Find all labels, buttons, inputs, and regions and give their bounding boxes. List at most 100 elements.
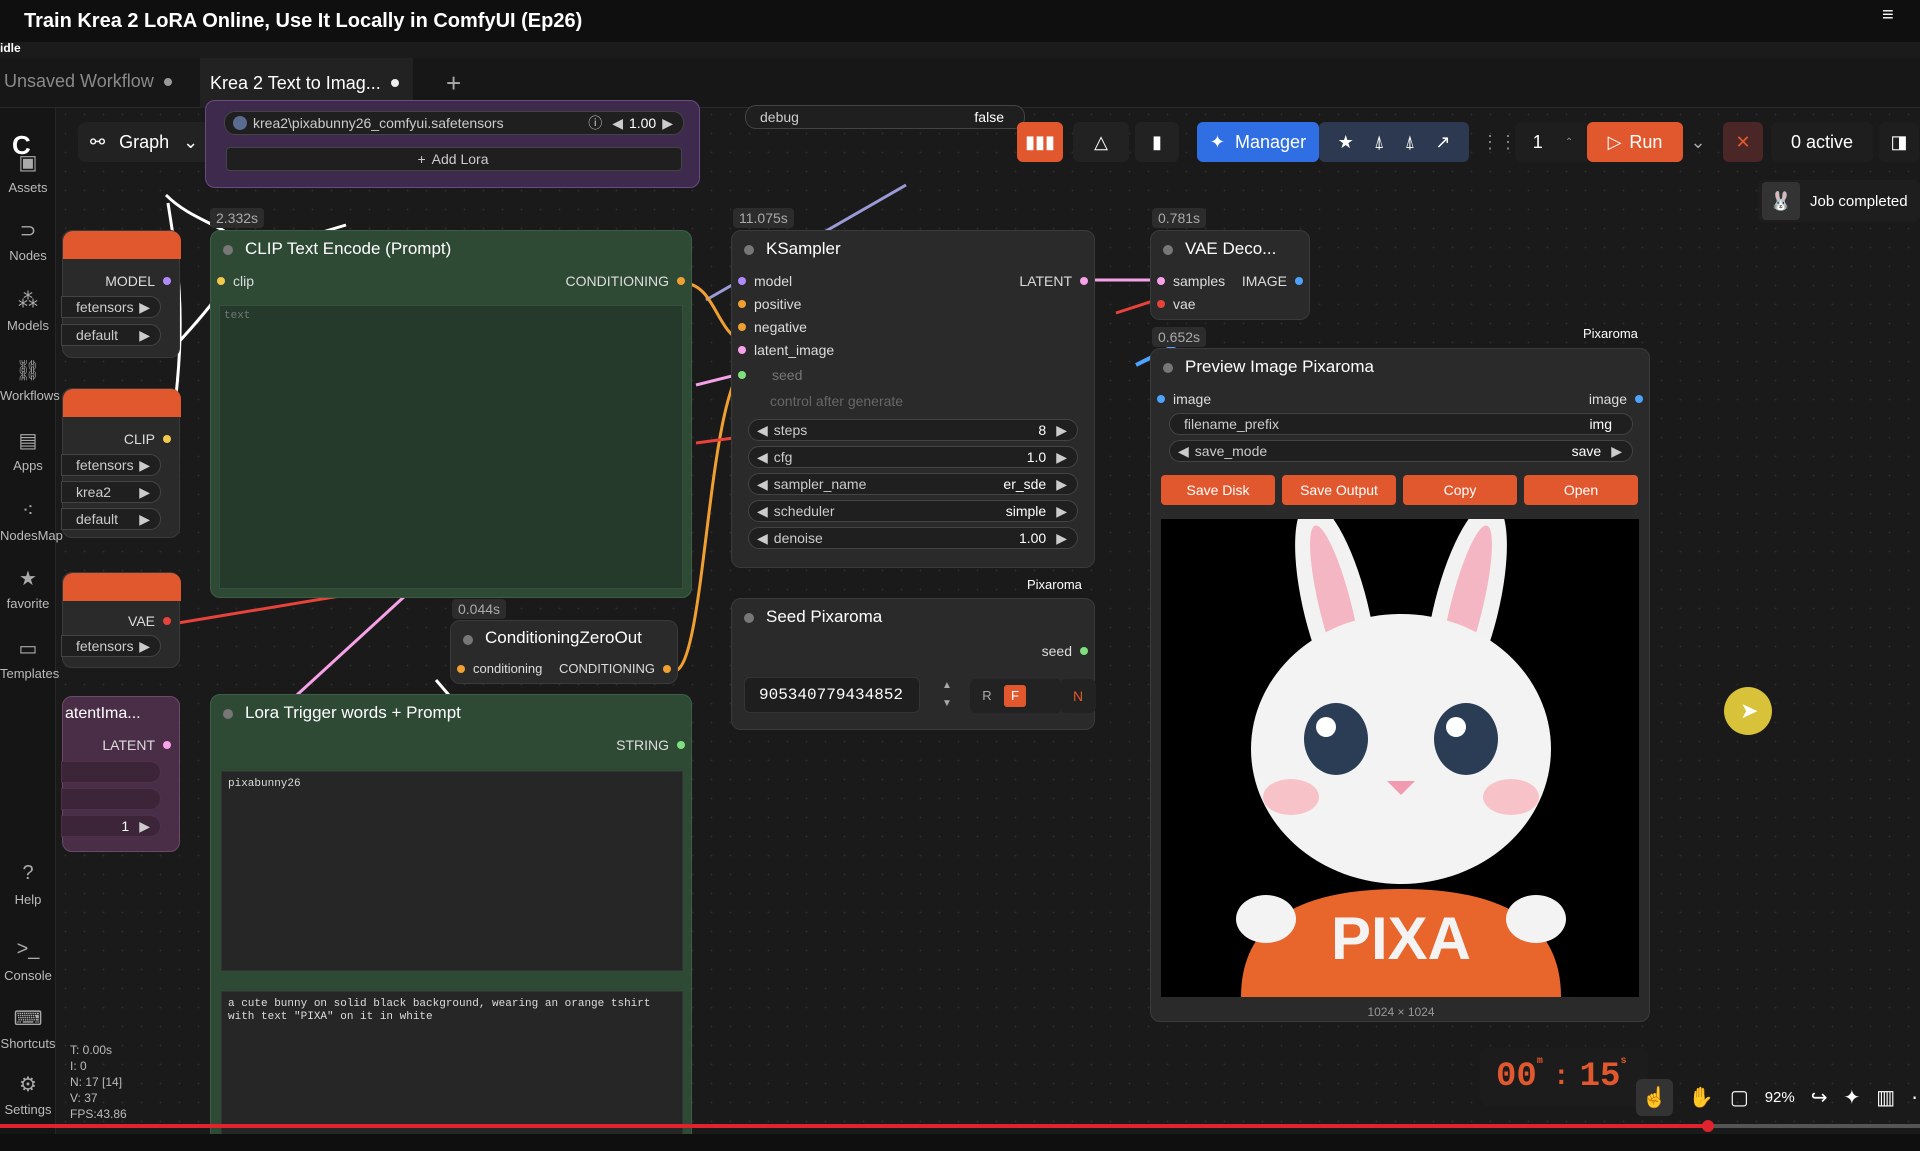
arrow-left-icon[interactable]: ◀	[1178, 443, 1189, 460]
wireframe-alt-icon[interactable]: ⍋	[1405, 132, 1416, 153]
output-latent[interactable]: LATENT	[102, 737, 171, 753]
vae-file-widget[interactable]: fetensors ▶	[61, 635, 161, 657]
lora-trigger-prompt-node[interactable]: Lora Trigger words + Prompt STRING pixab…	[210, 694, 692, 1151]
input-seed[interactable]: seed	[738, 367, 802, 383]
sidebar-item-help[interactable]: ? Help	[0, 862, 56, 907]
info-icon[interactable]: ⓘ	[588, 113, 602, 133]
sidebar-item-favorite[interactable]: ★ favorite	[0, 566, 56, 611]
copy-button[interactable]: Copy	[1403, 475, 1517, 505]
input-negative[interactable]: negative	[738, 319, 807, 335]
arrow-left-icon[interactable]: ◀	[757, 449, 768, 466]
run-dropdown-icon[interactable]: ⌄	[1687, 122, 1709, 162]
arrow-right-icon[interactable]: ▶	[139, 818, 150, 835]
arrow-right-icon[interactable]: ▶	[1056, 530, 1067, 547]
fixed-button[interactable]: F	[1004, 685, 1026, 707]
steps-widget[interactable]: ◀ steps 8 ▶	[748, 419, 1078, 441]
output-vae[interactable]: VAE	[128, 613, 171, 629]
panel-toggle-icon[interactable]: ◨	[1879, 122, 1919, 162]
model-file-widget[interactable]: fetensors ▶	[61, 296, 161, 318]
new-seed-button[interactable]: N	[1060, 679, 1096, 713]
arrow-right-icon[interactable]: ▶	[139, 484, 150, 501]
comment-icon[interactable]: ▢	[1730, 1085, 1749, 1110]
queue-active-button[interactable]: 0 active	[1771, 122, 1873, 162]
sidebar-item-settings[interactable]: ⚙ Settings	[0, 1072, 56, 1117]
arrow-right-icon[interactable]: ▶	[1611, 443, 1622, 460]
model-loader-node[interactable]: MODEL fetensors ▶ default ▶	[61, 230, 181, 358]
output-image[interactable]: IMAGE	[1242, 273, 1303, 289]
zoom-level[interactable]: 92%	[1765, 1089, 1795, 1106]
drag-handle-icon[interactable]: ⋮⋮	[1481, 122, 1517, 162]
sidebar-item-shortcuts[interactable]: ⌨ Shortcuts	[0, 1006, 56, 1051]
playlist-icon[interactable]: ≡	[1882, 4, 1906, 28]
output-conditioning[interactable]: CONDITIONING	[559, 661, 671, 676]
seed-pixaroma-node[interactable]: Seed Pixaroma seed 905340779434852 ▲ ▼ R …	[731, 598, 1096, 730]
height-widget[interactable]	[61, 788, 161, 810]
batch-count-input[interactable]: 1 ⌃	[1515, 122, 1591, 162]
sidebar-item-apps[interactable]: ▤ Apps	[0, 428, 56, 473]
arrow-left-icon[interactable]: ◀	[757, 530, 768, 547]
share-icon[interactable]: ↪	[1811, 1085, 1828, 1110]
add-lora-button[interactable]: + Add Lora	[226, 147, 682, 171]
sidebar-item-templates[interactable]: ▭ Templates	[0, 636, 59, 681]
share-arrow-icon[interactable]: ↗	[1435, 132, 1450, 153]
width-widget[interactable]	[61, 761, 161, 783]
ksampler-node[interactable]: KSampler model positive negative latent_…	[731, 230, 1095, 568]
output-model[interactable]: MODEL	[105, 273, 171, 289]
input-latent-image[interactable]: latent_image	[738, 342, 834, 358]
conditioning-zero-out-node[interactable]: ConditioningZeroOut conditioning CONDITI…	[450, 620, 678, 684]
arrow-right-icon[interactable]: ▶	[662, 115, 673, 132]
arrow-right-icon[interactable]: ▶	[139, 511, 150, 528]
map-icon[interactable]: ▥	[1876, 1085, 1895, 1110]
scheduler-widget[interactable]: ◀ scheduler simple ▶	[748, 500, 1078, 522]
output-latent[interactable]: LATENT	[1019, 273, 1088, 289]
filename-prefix-widget[interactable]: filename_prefix img	[1169, 413, 1633, 435]
run-button[interactable]: ▷ Run	[1587, 122, 1683, 162]
triangle-logo-icon[interactable]: △	[1073, 122, 1129, 162]
debug-widget[interactable]: debug false	[745, 105, 1025, 129]
clip-text-encode-node[interactable]: CLIP Text Encode (Prompt) clip CONDITION…	[210, 230, 692, 598]
tab-unsaved-workflow[interactable]: Unsaved Workflow	[4, 71, 172, 92]
open-button[interactable]: Open	[1524, 475, 1638, 505]
dtype-widget[interactable]: default ▶	[61, 324, 161, 346]
input-image[interactable]: image	[1157, 391, 1211, 407]
graph-menu-button[interactable]: ⚯ Graph ⌄	[78, 122, 212, 162]
latent-node[interactable]: atentIma... LATENT 1 ▶	[61, 696, 180, 852]
input-clip[interactable]: clip	[217, 273, 254, 289]
seed-stepper-icon[interactable]: ▲ ▼	[942, 677, 952, 713]
bookmark-icon[interactable]: ▮	[1135, 122, 1179, 162]
arrow-right-icon[interactable]: ▶	[139, 327, 150, 344]
sampler-widget[interactable]: ◀ sampler_name er_sde ▶	[748, 473, 1078, 495]
arrow-right-icon[interactable]: ▶	[139, 638, 150, 655]
output-image[interactable]: image	[1589, 391, 1643, 407]
arrow-right-icon[interactable]: ▶	[1056, 422, 1067, 439]
sparkle-icon[interactable]: ✦	[1844, 1085, 1861, 1110]
wireframe-icon[interactable]: ⍋	[1374, 132, 1385, 153]
save-mode-widget[interactable]: ◀ save_mode save ▶	[1169, 440, 1633, 462]
save-disk-button[interactable]: Save Disk	[1161, 475, 1275, 505]
input-conditioning[interactable]: conditioning	[457, 661, 542, 676]
vae-loader-node[interactable]: VAE fetensors ▶	[61, 572, 181, 668]
preview-image-node[interactable]: Preview Image Pixaroma image image filen…	[1150, 348, 1650, 1022]
comfy-logo-icon[interactable]: C	[12, 130, 31, 161]
clip-file-widget[interactable]: fetensors ▶	[61, 454, 161, 476]
cfg-widget[interactable]: ◀ cfg 1.0 ▶	[748, 446, 1078, 468]
save-output-button[interactable]: Save Output	[1282, 475, 1396, 505]
arrow-left-icon[interactable]: ◀	[757, 503, 768, 520]
sidebar-item-console[interactable]: >_ Console	[0, 938, 56, 983]
arrow-right-icon[interactable]: ▶	[1056, 449, 1067, 466]
lora-loader-node[interactable]: krea2\pixabunny26_comfyui.safetensors ⓘ ◀ 1…	[205, 100, 700, 188]
arrow-right-icon[interactable]: ▶	[1056, 476, 1067, 493]
lora-widget[interactable]: krea2\pixabunny26_comfyui.safetensors ⓘ ◀ 1…	[224, 111, 684, 135]
input-samples[interactable]: samples	[1157, 273, 1225, 289]
pixaroma-bars-icon[interactable]: ▮▮▮	[1017, 122, 1063, 162]
arrow-left-icon[interactable]: ◀	[757, 476, 768, 493]
batch-widget[interactable]: 1 ▶	[61, 815, 161, 837]
output-seed[interactable]: seed	[1042, 643, 1088, 659]
seed-input[interactable]: 905340779434852	[744, 677, 920, 713]
star-icon[interactable]: ★	[1338, 132, 1354, 153]
input-model[interactable]: model	[738, 273, 792, 289]
arrow-right-icon[interactable]: ▶	[1056, 503, 1067, 520]
arrow-right-icon[interactable]: ▶	[139, 299, 150, 316]
arrow-left-icon[interactable]: ◀	[757, 422, 768, 439]
sidebar-item-models[interactable]: ⁂ Models	[0, 288, 56, 333]
